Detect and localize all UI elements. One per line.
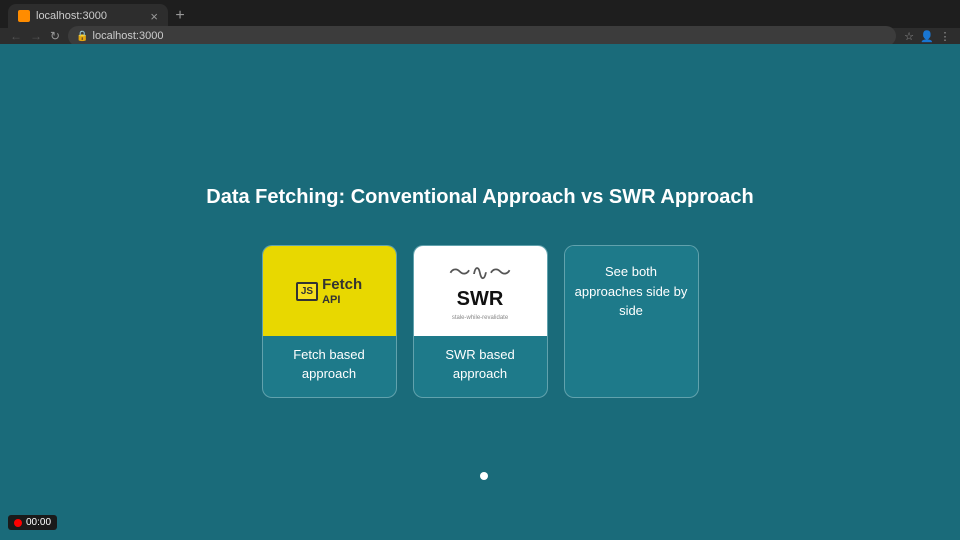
forward-button[interactable]: → (28, 29, 44, 43)
tab-favicon (18, 10, 30, 22)
recording-dot (14, 519, 22, 527)
tab-close-button[interactable]: × (150, 10, 158, 23)
swr-card[interactable]: 〜∿〜 SWR stale-while-revalidate SWR based… (413, 245, 548, 397)
refresh-button[interactable]: ↻ (48, 29, 62, 43)
menu-icon[interactable]: ⋮ (938, 29, 952, 43)
js-badge: JS (296, 282, 318, 301)
tab-bar: localhost:3000 × + (0, 0, 960, 28)
swr-title: SWR (457, 288, 504, 311)
swr-subtitle: stale-while-revalidate (452, 315, 508, 321)
both-card[interactable]: See both approaches side by side (564, 245, 699, 397)
recording-indicator: 00:00 (8, 515, 57, 530)
back-button[interactable]: ← (8, 29, 24, 43)
page-title: Data Fetching: Conventional Approach vs … (206, 186, 753, 209)
toolbar-right: ☆ 👤 ⋮ (902, 29, 952, 43)
fetch-text: Fetch (322, 277, 362, 294)
swr-card-label: SWR based approach (414, 336, 547, 396)
fetch-card[interactable]: JS Fetch API Fetch based approach (262, 245, 397, 397)
swr-logo: 〜∿〜 SWR stale-while-revalidate (449, 262, 511, 321)
lock-icon: 🔒 (76, 31, 88, 42)
fetch-card-image: JS Fetch API (263, 246, 396, 336)
address-bar[interactable]: 🔒 localhost:3000 (68, 26, 896, 46)
page-content: Data Fetching: Conventional Approach vs … (0, 44, 960, 540)
both-card-image: See both approaches side by side (565, 246, 698, 336)
swr-card-image: 〜∿〜 SWR stale-while-revalidate (414, 246, 547, 336)
nav-bar: ← → ↻ 🔒 localhost:3000 ☆ 👤 ⋮ (0, 28, 960, 44)
new-tab-button[interactable]: + (168, 4, 192, 28)
api-text: API (322, 294, 362, 306)
profile-icon[interactable]: 👤 (920, 29, 934, 43)
fetch-card-label: Fetch based approach (263, 336, 396, 396)
nav-buttons: ← → ↻ (8, 29, 62, 43)
fetch-logo: JS Fetch API (296, 277, 362, 306)
tab-title: localhost:3000 (36, 10, 144, 22)
swr-wave-icon: 〜∿〜 (449, 262, 511, 284)
bookmark-icon[interactable]: ☆ (902, 29, 916, 43)
browser-chrome: localhost:3000 × + ← → ↻ 🔒 localhost:300… (0, 0, 960, 44)
active-tab[interactable]: localhost:3000 × (8, 4, 168, 28)
recording-time: 00:00 (26, 517, 51, 528)
cursor (480, 472, 488, 480)
address-text: localhost:3000 (93, 30, 164, 42)
cards-container: JS Fetch API Fetch based approach 〜∿〜 SW… (262, 245, 699, 397)
both-card-image-text: See both approaches side by side (565, 262, 698, 321)
